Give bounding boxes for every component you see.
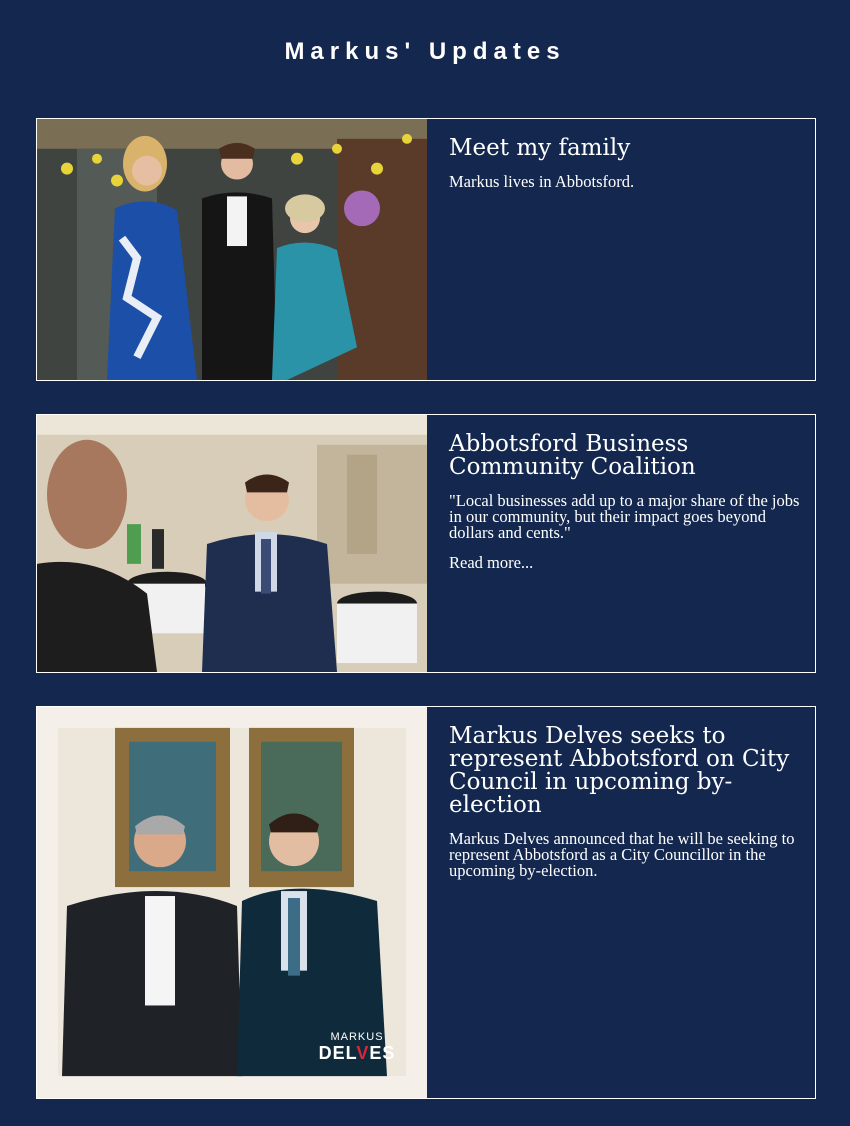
family-photo[interactable] (37, 119, 427, 380)
post-excerpt: "Local businesses add up to a major shar… (449, 491, 800, 542)
logo-top-text: MARKUS (330, 1031, 384, 1043)
page-title: Markus' Updates (284, 38, 566, 65)
post-card-by-election[interactable]: MARKUS DELVES Markus Delves seeks to rep… (36, 706, 816, 1099)
logo-text-left: DEL (318, 1043, 357, 1063)
logo-check-mark: V (356, 1043, 370, 1063)
post-card-business-coalition[interactable]: Abbotsford Business Community Coalition … (36, 414, 816, 673)
post-excerpt: Markus lives in Abbotsford. (449, 172, 635, 191)
campaign-photo[interactable]: MARKUS DELVES (37, 707, 427, 1098)
business-event-photo[interactable] (37, 415, 427, 672)
logo-text-right: ES (369, 1043, 396, 1063)
read-more-link[interactable]: Read more... (449, 553, 533, 572)
post-card-family[interactable]: Meet my family Markus lives in Abbotsfor… (36, 118, 816, 381)
post-excerpt: Markus Delves announced that he will be … (449, 829, 795, 880)
post-title[interactable]: Abbotsford Business Community Coalition (449, 433, 811, 479)
markus-delves-logo: MARKUS DELVES (317, 1031, 397, 1063)
post-title[interactable]: Meet my family (449, 137, 811, 160)
post-title[interactable]: Markus Delves seeks to represent Abbotsf… (449, 725, 811, 817)
